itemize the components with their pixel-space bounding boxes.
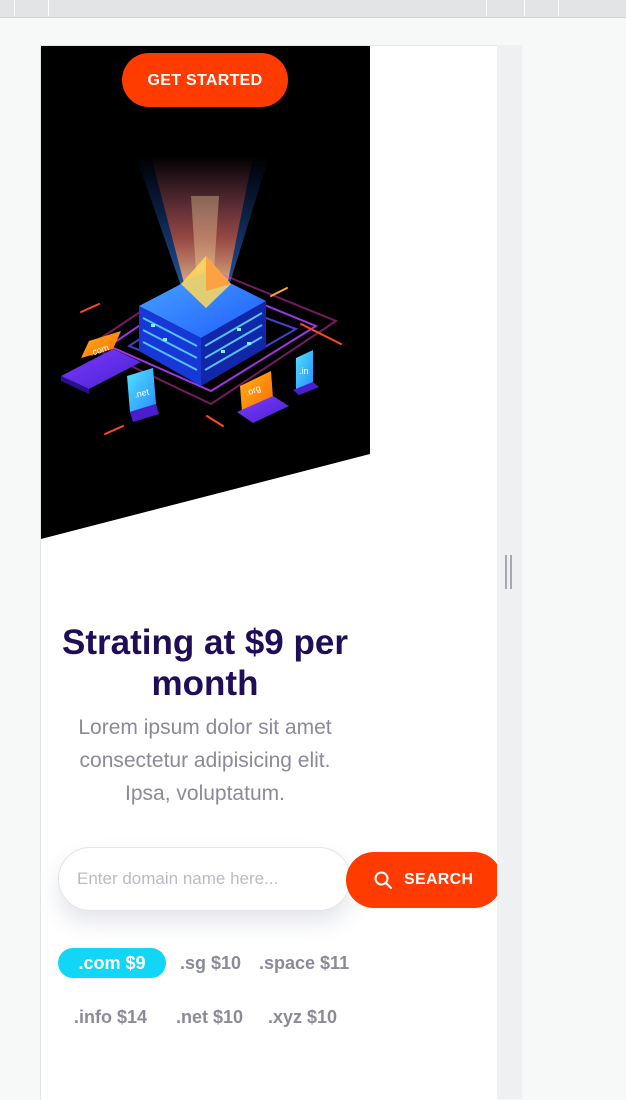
tld-sg[interactable]: .sg $10 — [180, 948, 241, 978]
search-button-label: SEARCH — [404, 871, 474, 888]
search-icon — [374, 871, 392, 889]
tld-info[interactable]: .info $14 — [74, 1002, 147, 1032]
server-hero-illustration: .com .net .org .in — [41, 46, 370, 539]
tag-in: .in — [299, 366, 309, 376]
domain-search-input[interactable] — [58, 847, 351, 911]
browser-top-bar — [0, 0, 626, 18]
page-viewport: .com .net .org .in GET STARTED Strating … — [40, 45, 497, 1100]
tld-com[interactable]: .com $9 — [58, 948, 166, 978]
toolbar-divider — [524, 0, 525, 16]
tld-net[interactable]: .net $10 — [176, 1002, 243, 1032]
toolbar-divider — [558, 0, 559, 16]
page-title: Strating at $9 per month — [62, 623, 348, 703]
resize-handle[interactable] — [505, 555, 513, 589]
toolbar-divider — [48, 0, 49, 16]
toolbar-divider — [14, 0, 15, 16]
search-button[interactable]: SEARCH — [346, 852, 497, 908]
tld-xyz[interactable]: .xyz $10 — [268, 1002, 337, 1032]
get-started-button[interactable]: GET STARTED — [122, 53, 288, 107]
toolbar-divider — [486, 0, 487, 16]
tld-space[interactable]: .space $11 — [259, 948, 349, 978]
intro-text: Lorem ipsum dolor sit amet consectetur a… — [78, 716, 332, 805]
